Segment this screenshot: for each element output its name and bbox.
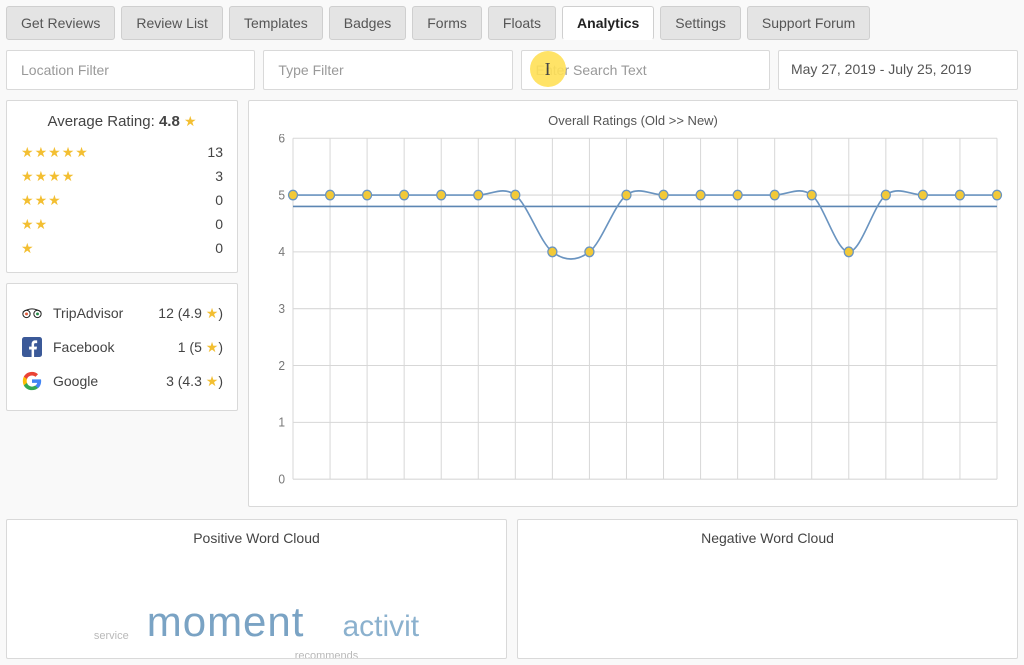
star-icon: ★ [206,373,219,389]
filter-row: May 27, 2019 - July 25, 2019 [6,50,1018,90]
star-icon: ★ [35,217,48,231]
rating-row-3: ★★★0 [21,188,223,212]
tab-get-reviews[interactable]: Get Reviews [6,6,115,40]
rating-row-4: ★★★★3 [21,164,223,188]
source-value: 12 (4.9 ★) [158,305,223,321]
rating-row-1: ★0 [21,236,223,260]
star-icon: ★ [62,145,75,159]
facebook-icon [21,336,43,358]
source-row-facebook: Facebook 1 (5 ★) [21,330,223,364]
source-value: 1 (5 ★) [178,339,223,355]
star-icon: ★ [21,241,34,255]
negative-cloud-title: Negative Word Cloud [534,530,1001,546]
tab-templates[interactable]: Templates [229,6,323,40]
star-icon: ★ [62,169,75,183]
rating-count: 3 [195,168,223,184]
svg-text:0: 0 [278,472,285,486]
average-rating-panel: Average Rating: 4.8 ★ ★★★★★13★★★★3★★★0★★… [6,100,238,273]
tab-badges[interactable]: Badges [329,6,406,40]
star-icon: ★ [184,113,197,129]
chart-panel: Overall Ratings (Old >> New) 0 1 2 3 4 5 6 [248,100,1018,507]
star-icon: ★ [48,145,61,159]
star-icon: ★ [35,193,48,207]
tab-review-list[interactable]: Review List [121,6,223,40]
svg-text:4: 4 [278,245,285,259]
sources-panel: TripAdvisor 12 (4.9 ★) Facebook 1 (5 ★) Goog… [6,283,238,411]
negative-word-cloud: Negative Word Cloud [517,519,1018,659]
source-name: Facebook [53,339,168,355]
wc-word: service [94,630,129,642]
svg-text:6: 6 [278,134,285,146]
wc-word: activit [342,610,419,644]
location-filter-input[interactable] [19,61,242,79]
ratings-chart: 0 1 2 3 4 5 6 [263,134,1003,494]
tripadvisor-icon [21,302,43,324]
rating-row-2: ★★ 0 [21,212,223,236]
source-name: TripAdvisor [53,305,148,321]
rating-count: 0 [195,216,223,232]
tab-bar: Get ReviewsReview ListTemplatesBadgesFor… [6,6,1018,40]
star-icon: ★ [35,145,48,159]
svg-text:5: 5 [278,188,285,202]
rating-count: 13 [195,144,223,160]
wc-word: recommends [295,650,359,659]
location-filter[interactable] [6,50,255,90]
star-icon: ★ [75,145,88,159]
tab-floats[interactable]: Floats [488,6,556,40]
date-range-text: May 27, 2019 - July 25, 2019 [791,61,972,77]
star-icon: ★ [48,193,61,207]
source-row-google: Google 3 (4.3 ★) [21,364,223,398]
positive-word-cloud: Positive Word Cloud service moment activit… [6,519,507,659]
average-value: 4.8 [159,113,180,130]
search-filter[interactable] [521,50,770,90]
rating-row-5: ★★★★★13 [21,140,223,164]
tab-analytics[interactable]: Analytics [562,6,654,40]
svg-text:2: 2 [278,358,285,372]
rating-count: 0 [195,192,223,208]
positive-cloud-title: Positive Word Cloud [23,530,490,546]
average-label: Average Rating: [47,113,154,130]
star-icon: ★ [21,145,34,159]
average-rating-title: Average Rating: 4.8 ★ [21,113,223,130]
star-icon: ★ [48,169,61,183]
star-icon: ★ [21,169,34,183]
tab-support-forum[interactable]: Support Forum [747,6,870,40]
date-range-picker[interactable]: May 27, 2019 - July 25, 2019 [778,50,1018,90]
source-name: Google [53,373,156,389]
google-icon [21,370,43,392]
source-row-tripadvisor: TripAdvisor 12 (4.9 ★) [21,296,223,330]
type-filter[interactable] [263,50,512,90]
star-icon: ★ [21,217,34,231]
type-filter-input[interactable] [276,61,499,79]
search-input[interactable] [534,61,757,79]
tab-forms[interactable]: Forms [412,6,482,40]
tab-settings[interactable]: Settings [660,6,741,40]
svg-text:1: 1 [278,415,285,429]
source-value: 3 (4.3 ★) [166,373,223,389]
star-icon: ★ [206,339,219,355]
star-icon: ★ [206,305,219,321]
rating-count: 0 [195,240,223,256]
svg-text:3: 3 [278,302,285,316]
wc-word: moment [147,598,305,646]
star-icon: ★ [21,193,34,207]
chart-title: Overall Ratings (Old >> New) [263,113,1003,128]
star-icon: ★ [35,169,48,183]
